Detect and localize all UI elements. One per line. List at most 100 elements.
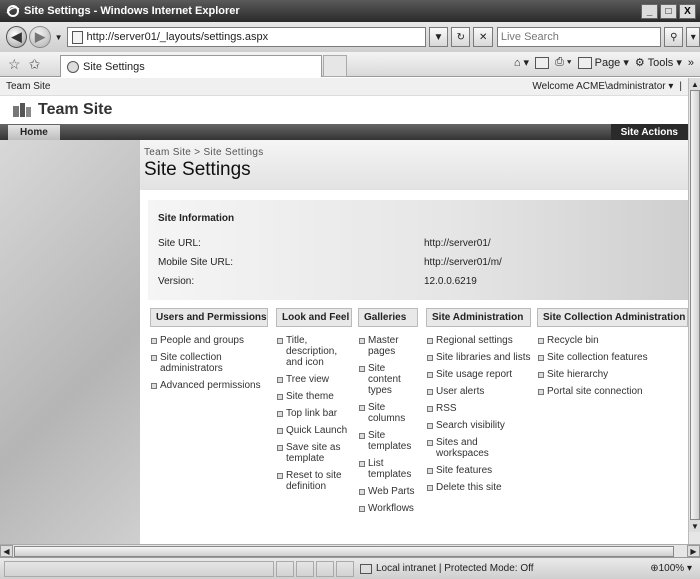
mobile-url-value: http://server01/m/ <box>424 257 502 268</box>
top-nav: Home Site Actions <box>0 124 688 140</box>
link-search-visibility[interactable]: Search visibility <box>426 420 531 431</box>
maximize-button[interactable]: □ <box>660 3 677 19</box>
status-text-area <box>4 560 274 577</box>
search-button[interactable]: ⚲ <box>664 27 684 47</box>
security-zone-text: Local intranet | Protected Mode: Off <box>376 563 534 574</box>
link-title-description-icon[interactable]: Title, description, and icon <box>276 335 352 368</box>
link-people-groups[interactable]: People and groups <box>150 335 268 346</box>
page-title: Site Settings <box>144 159 251 180</box>
status-panel <box>296 560 314 577</box>
mobile-url-label: Mobile Site URL: <box>158 257 234 268</box>
zoom-dropdown-icon: ▾ <box>684 563 692 574</box>
forward-button[interactable]: ▶ <box>29 26 51 48</box>
tab-label: Site Settings <box>83 60 145 73</box>
link-site-content-types[interactable]: Site content types <box>358 363 418 396</box>
scroll-right-icon[interactable]: ▶ <box>687 545 700 557</box>
link-regional-settings[interactable]: Regional settings <box>426 335 531 346</box>
link-master-pages[interactable]: Master pages <box>358 335 418 357</box>
galleries-column: Galleries Master pages Site content type… <box>358 308 418 520</box>
tools-menu[interactable]: ⚙ Tools ▾ <box>635 56 682 69</box>
link-site-collection-features[interactable]: Site collection features <box>537 352 688 363</box>
look-feel-column: Look and Feel Title, description, and ic… <box>276 308 352 498</box>
feeds-icon[interactable] <box>535 56 550 69</box>
page-viewport: Team Site Welcome ACME\administrator ▾ |… <box>0 78 688 544</box>
link-quick-launch[interactable]: Quick Launch <box>276 425 352 436</box>
site-url-row: Site URL: http://server01/ <box>158 238 658 249</box>
link-recycle-bin[interactable]: Recycle bin <box>537 335 688 346</box>
link-site-templates[interactable]: Site templates <box>358 430 418 452</box>
stop-button[interactable]: ✕ <box>473 27 493 47</box>
separator: | <box>679 81 682 92</box>
page-menu-label: Page <box>594 57 621 69</box>
favorites-star-icon[interactable]: ☆ <box>8 56 21 73</box>
site-information-heading: Site Information <box>158 213 235 224</box>
link-site-theme[interactable]: Site theme <box>276 391 352 402</box>
minimize-button[interactable]: _ <box>641 3 658 19</box>
link-list-templates[interactable]: List templates <box>358 458 418 480</box>
horizontal-scrollbar[interactable]: ◀ ▶ <box>0 544 700 557</box>
link-save-site-template[interactable]: Save site as template <box>276 442 352 464</box>
settings-columns: Users and Permissions People and groups … <box>148 308 688 544</box>
version-label: Version: <box>158 276 195 287</box>
team-site-link[interactable]: Team Site <box>6 81 50 92</box>
link-workflows[interactable]: Workflows <box>358 503 418 514</box>
home-icon[interactable]: ⌂ ▾ <box>514 56 529 69</box>
link-site-libraries-lists[interactable]: Site libraries and lists <box>426 352 531 363</box>
link-web-parts[interactable]: Web Parts <box>358 486 418 497</box>
page-menu[interactable]: Page ▾ <box>577 56 629 70</box>
look-feel-heading: Look and Feel <box>276 308 352 327</box>
history-dropdown-icon[interactable]: ▼ <box>55 33 63 42</box>
page-menu-icon <box>577 57 592 70</box>
toolbar-overflow-icon[interactable]: » <box>688 57 694 69</box>
users-permissions-heading: Users and Permissions <box>150 308 268 327</box>
zoom-control[interactable]: ⊕ 100% ▾ <box>650 563 692 574</box>
site-title[interactable]: Team Site <box>38 101 112 119</box>
welcome-menu[interactable]: Welcome ACME\administrator ▾ <box>532 81 673 92</box>
security-zone[interactable]: Local intranet | Protected Mode: Off <box>360 563 534 574</box>
tab-site-settings[interactable]: Site Settings <box>60 55 322 77</box>
sharepoint-global-bar: Team Site Welcome ACME\administrator ▾ | <box>0 78 688 96</box>
print-icon[interactable]: ⎙ ▾ <box>555 56 571 69</box>
link-delete-site[interactable]: Delete this site <box>426 482 531 493</box>
refresh-button[interactable]: ↻ <box>451 27 471 47</box>
link-rss[interactable]: RSS <box>426 403 531 414</box>
link-tree-view[interactable]: Tree view <box>276 374 352 385</box>
version-row: Version: 12.0.0.6219 <box>158 276 658 287</box>
link-user-alerts[interactable]: User alerts <box>426 386 531 397</box>
close-button[interactable]: X <box>679 3 696 19</box>
tab-page-icon <box>67 60 79 73</box>
new-tab-button[interactable] <box>323 55 347 77</box>
url-field[interactable]: http://server01/_layouts/settings.aspx <box>66 27 426 47</box>
intranet-zone-icon <box>360 563 372 574</box>
window-title-bar: Site Settings - Windows Internet Explore… <box>0 0 700 22</box>
horizontal-scroll-thumb[interactable] <box>14 545 674 557</box>
breadcrumb[interactable]: Team Site > Site Settings <box>144 147 688 158</box>
site-header: Team Site <box>0 96 688 124</box>
site-actions-button[interactable]: Site Actions <box>610 124 688 140</box>
link-site-columns[interactable]: Site columns <box>358 402 418 424</box>
link-site-hierarchy[interactable]: Site hierarchy <box>537 369 688 380</box>
link-advanced-permissions[interactable]: Advanced permissions <box>150 380 268 391</box>
link-top-link-bar[interactable]: Top link bar <box>276 408 352 419</box>
link-reset-site-definition[interactable]: Reset to site definition <box>276 470 352 492</box>
scroll-down-icon[interactable]: ▼ <box>689 520 700 532</box>
link-site-usage-report[interactable]: Site usage report <box>426 369 531 380</box>
back-button[interactable]: ◀ <box>6 26 28 48</box>
site-administration-heading: Site Administration <box>426 308 531 327</box>
tab-home[interactable]: Home <box>8 125 60 140</box>
link-site-features[interactable]: Site features <box>426 465 531 476</box>
zoom-level: 100% <box>658 563 685 574</box>
vertical-scrollbar[interactable]: ▲ ▼ <box>688 78 700 544</box>
link-portal-site-connection[interactable]: Portal site connection <box>537 386 688 397</box>
search-options-button[interactable]: ▾ <box>686 27 700 47</box>
search-input[interactable]: Live Search <box>496 27 662 47</box>
add-favorites-icon[interactable]: ✩ <box>29 56 41 73</box>
tools-menu-label: Tools <box>647 57 674 70</box>
scroll-left-icon[interactable]: ◀ <box>0 545 13 557</box>
scroll-up-icon[interactable]: ▲ <box>689 78 700 90</box>
vertical-scroll-thumb[interactable] <box>690 90 700 520</box>
zoom-icon: ⊕ <box>650 563 659 574</box>
url-dropdown-button[interactable]: ▼ <box>428 27 449 47</box>
link-site-collection-admins[interactable]: Site collection administrators <box>150 352 268 374</box>
link-sites-workspaces[interactable]: Sites and workspaces <box>426 437 531 459</box>
